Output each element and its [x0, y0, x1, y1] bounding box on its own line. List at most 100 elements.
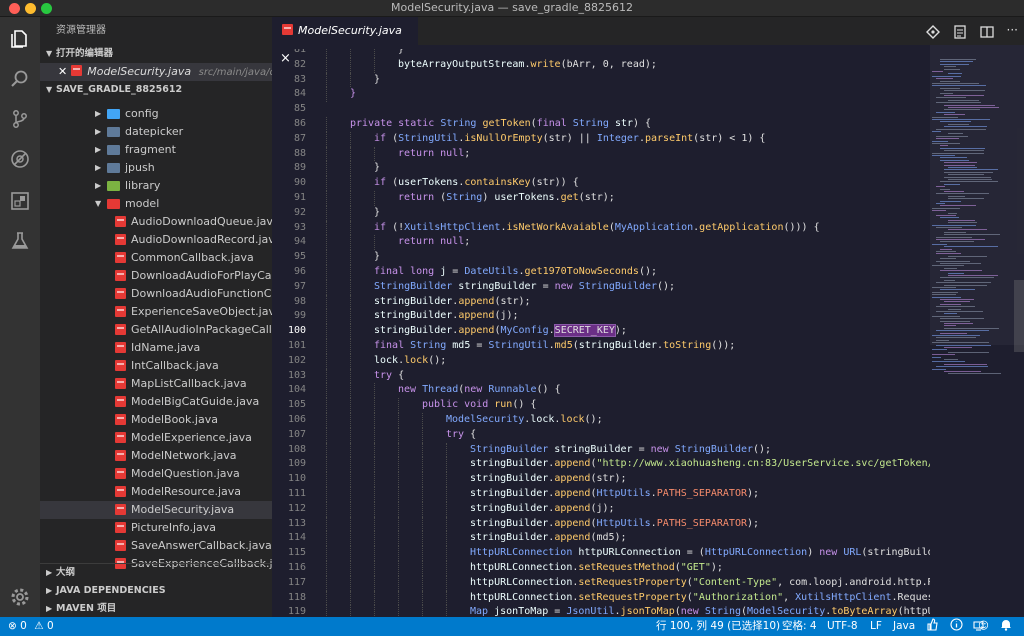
tree-folder[interactable]: ▶ fragment — [40, 141, 272, 159]
files-icon[interactable] — [8, 27, 32, 51]
code-token: "Authorization" — [692, 591, 784, 603]
code-line: 106 ModelSecurity.lock.lock(); — [272, 413, 930, 428]
preview-icon[interactable] — [953, 24, 967, 43]
open-editor-item[interactable]: ✕ModelSecurity.java src/main/java/co... — [40, 63, 272, 81]
indent-guide — [350, 605, 352, 617]
indent-guide — [398, 575, 400, 591]
tree-file[interactable]: DownloadAudioForPlayCal... — [40, 267, 272, 285]
tree-file[interactable]: ModelResource.java — [40, 483, 272, 501]
tree-folder[interactable]: ▶ jpush — [40, 159, 272, 177]
line-number: 110 — [287, 473, 306, 485]
minimize-window-button[interactable] — [25, 3, 36, 14]
language-mode[interactable]: Java — [893, 617, 915, 636]
code-line: 112 stringBuilder.append(j); — [272, 501, 930, 517]
java-dependencies-section[interactable]: ▶ JAVA DEPENDENCIES — [40, 582, 272, 600]
minimap-line — [936, 203, 946, 204]
search-icon[interactable] — [8, 67, 32, 91]
tree-file[interactable]: PictureInfo.java — [40, 519, 272, 537]
more-actions-icon[interactable]: ··· — [1007, 24, 1018, 43]
outline-section[interactable]: ▶ 大纲 — [40, 564, 272, 582]
minimap-line — [940, 181, 998, 183]
code-text: byteArrayOutputStream.write(bArr, 0, rea… — [398, 58, 657, 73]
minimap-line — [948, 212, 958, 214]
test-icon[interactable] — [8, 229, 32, 253]
maven-section[interactable]: ▶ MAVEN 项目 — [40, 600, 272, 617]
indent-guide — [446, 531, 448, 547]
tree-file[interactable]: GetAllAudioInPackageCall... — [40, 321, 272, 339]
tree-file[interactable]: ModelQuestion.java — [40, 465, 272, 483]
tree-file[interactable]: ModelBigCatGuide.java — [40, 393, 272, 411]
tree-file[interactable]: IdName.java — [40, 339, 272, 357]
code-line: 94 return null; — [272, 235, 930, 251]
close-window-button[interactable] — [9, 3, 20, 14]
debug-icon[interactable] — [8, 147, 32, 171]
settings-gear-icon[interactable] — [8, 585, 32, 609]
chevron-down-icon: ▼ — [95, 199, 102, 208]
tree-file[interactable]: AudioDownloadQueue.java — [40, 213, 272, 231]
open-editors-section[interactable]: ▼ 打开的编辑器 — [40, 45, 272, 63]
code-text: try { — [374, 369, 404, 384]
minimap-line — [940, 147, 985, 149]
tree-file[interactable]: ModelNetwork.java — [40, 447, 272, 465]
source-control-icon[interactable] — [8, 107, 32, 131]
close-editor-icon[interactable]: ✕ — [58, 65, 67, 78]
indent-guide — [398, 427, 400, 443]
zoom-window-button[interactable] — [41, 3, 52, 14]
indent-guide — [398, 546, 400, 561]
notifications-bell-icon[interactable] — [1000, 617, 1012, 636]
cursor-position[interactable]: 行 100, 列 49 (已选择10) — [656, 617, 780, 636]
minimap-line — [932, 155, 956, 156]
tree-file[interactable]: MapListCallback.java — [40, 375, 272, 393]
eol-setting[interactable]: LF — [870, 617, 882, 636]
code-token: (httpUR — [897, 606, 930, 617]
indent-guide — [326, 131, 328, 147]
tree-folder[interactable]: ▶ config — [40, 105, 272, 123]
code-token: return — [398, 192, 441, 203]
open-changes-icon[interactable] — [925, 24, 940, 43]
code-token: HttpUtils — [596, 488, 651, 499]
smiley-icon[interactable]: ☺ — [978, 617, 989, 636]
indent-guide — [350, 442, 352, 458]
tree-folder[interactable]: ▼ model — [40, 195, 272, 213]
extensions-icon[interactable] — [8, 189, 32, 213]
line-number: 118 — [287, 591, 306, 603]
java-file-icon — [115, 288, 126, 299]
tree-file[interactable]: DownloadAudioFunctionC... — [40, 285, 272, 303]
tree-file[interactable]: AudioDownloadRecord.java — [40, 231, 272, 249]
tree-file-label: DownloadAudioForPlayCal... — [131, 269, 272, 282]
tree-file[interactable]: CommonCallback.java — [40, 249, 272, 267]
scrollbar-thumb[interactable] — [1014, 280, 1024, 352]
minimap-line — [948, 222, 977, 224]
indent-guide — [326, 339, 328, 354]
tree-file[interactable]: ModelBook.java — [40, 411, 272, 429]
indent-guide — [446, 487, 448, 502]
project-section[interactable]: ▼ SAVE_GRADLE_8825612 — [40, 81, 272, 99]
tree-file[interactable]: IntCallback.java — [40, 357, 272, 375]
tree-file[interactable]: ModelSecurity.java — [40, 501, 272, 519]
problems-indicator[interactable]: ⊗ 0 ⚠ 0 — [8, 617, 54, 636]
minimap[interactable] — [930, 45, 1024, 617]
indent-guide — [326, 442, 328, 458]
code-text: } — [350, 87, 356, 102]
indent-guide — [374, 531, 376, 547]
code-editor[interactable]: 81} 82 byteArrayOutputStream.write(bArr, 0… — [272, 49, 930, 617]
code-token: parseInt — [645, 132, 694, 144]
tree-file[interactable]: SaveAnswerCallback.java — [40, 537, 272, 555]
tab-modelsecurity[interactable]: ModelSecurity.java × — [272, 17, 418, 66]
feedback-icon[interactable] — [926, 617, 939, 636]
tree-file[interactable]: ModelExperience.java — [40, 429, 272, 447]
minimap-line — [932, 152, 985, 154]
minimap-line — [932, 291, 958, 293]
tree-file[interactable]: ExperienceSaveObject.java — [40, 303, 272, 321]
info-icon[interactable] — [950, 617, 963, 636]
code-text: private static String getToken(final Str… — [350, 117, 651, 132]
status-bar: ⊗ 0 ⚠ 0 行 100, 列 49 (已选择10) 空格: 4 UTF-8 … — [0, 617, 1024, 636]
tree-folder[interactable]: ▶ datepicker — [40, 123, 272, 141]
tree-folder[interactable]: ▶ library — [40, 177, 272, 195]
code-token: append — [554, 532, 591, 544]
split-editor-icon[interactable] — [979, 24, 994, 43]
encoding-setting[interactable]: UTF-8 — [827, 617, 858, 636]
indent-guide — [326, 605, 328, 617]
indentation-setting[interactable]: 空格: 4 — [782, 617, 817, 636]
code-text: final long j = DateUtils.get1970ToNowSec… — [374, 265, 657, 280]
